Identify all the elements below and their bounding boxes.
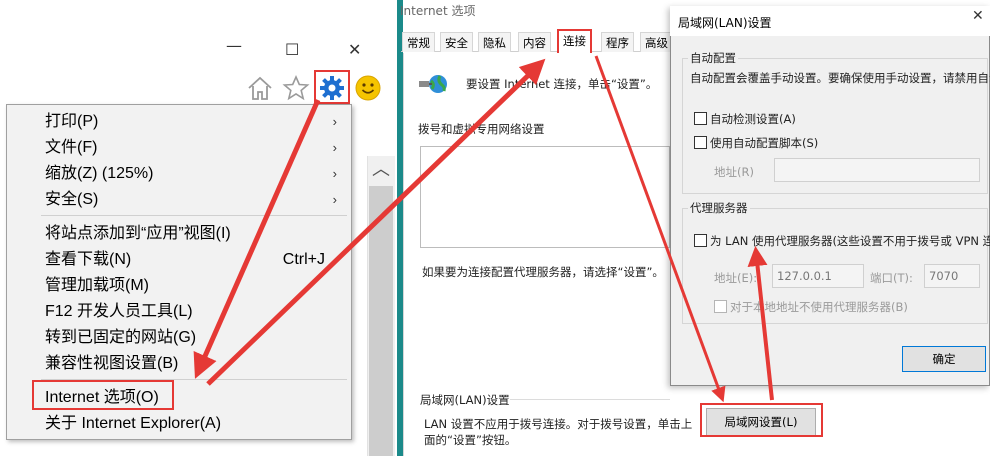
arrow-gear-to-internet-options bbox=[193, 98, 321, 379]
arrow-lan-button-to-proxy-checkbox bbox=[747, 246, 774, 401]
arrow-options-to-connections-tab bbox=[206, 58, 546, 386]
arrow-tab-to-lan-button bbox=[594, 55, 726, 403]
annotation-arrows bbox=[193, 55, 774, 403]
